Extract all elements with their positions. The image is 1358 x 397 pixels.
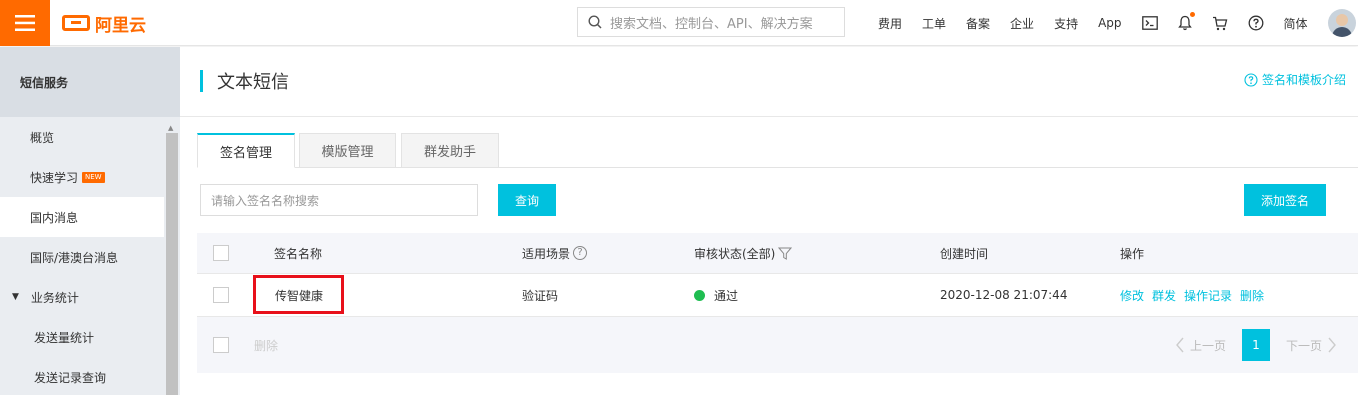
table-footer: 删除 上一页 1 下一页 bbox=[197, 317, 1358, 373]
avatar[interactable] bbox=[1328, 9, 1356, 37]
language-switch[interactable]: 简体 bbox=[1284, 15, 1308, 32]
signature-table: 签名名称 适用场景? 审核状态(全部) 创建时间 操作 传智健康 验证码 通过 … bbox=[197, 233, 1358, 373]
row-status-label: 通过 bbox=[714, 288, 739, 303]
select-all-checkbox[interactable] bbox=[213, 245, 229, 261]
aliyun-logo-icon bbox=[62, 15, 90, 31]
nav-fees[interactable]: 费用 bbox=[878, 15, 902, 32]
top-nav: 费用 工单 备案 企业 支持 App 简体 bbox=[868, 0, 1318, 46]
table-row: 传智健康 验证码 通过 2020-12-08 21:07:44 修改 群发 操作… bbox=[197, 274, 1358, 317]
sidebar-item-label: 发送量统计 bbox=[34, 330, 95, 345]
edit-link[interactable]: 修改 bbox=[1120, 287, 1144, 304]
bulk-send-link[interactable]: 群发 bbox=[1152, 287, 1176, 304]
header-status[interactable]: 审核状态(全部) bbox=[694, 233, 793, 273]
top-navbar: 阿里云 搜索文档、控制台、API、解决方案 费用 工单 备案 企业 支持 App… bbox=[0, 0, 1358, 46]
sidebar-item-send-records[interactable]: 发送记录查询 bbox=[0, 357, 164, 397]
sidebar-item-label: 快速学习 bbox=[30, 170, 79, 185]
sidebar-item-label: 业务统计 bbox=[30, 290, 79, 305]
row-scene: 验证码 bbox=[522, 288, 559, 303]
row-checkbox-cell bbox=[213, 274, 229, 316]
table-header: 签名名称 适用场景? 审核状态(全部) 创建时间 操作 bbox=[197, 233, 1358, 274]
intro-link[interactable]: 签名和模板介绍 bbox=[1244, 71, 1346, 88]
new-badge: NEW bbox=[82, 171, 105, 183]
sidebar-item-domestic-messages[interactable]: 国内消息 bbox=[0, 197, 164, 237]
nav-support[interactable]: 支持 bbox=[1054, 15, 1078, 32]
select-all-checkbox-cell bbox=[213, 233, 229, 273]
row-ops: 修改 群发 操作记录 删除 bbox=[1120, 274, 1272, 316]
scene-help-icon[interactable]: ? bbox=[573, 246, 588, 260]
nav-filing[interactable]: 备案 bbox=[966, 15, 990, 32]
aliyun-logo[interactable]: 阿里云 bbox=[62, 12, 146, 36]
tab-signature-management[interactable]: 签名管理 bbox=[197, 133, 295, 168]
intro-link-label: 签名和模板介绍 bbox=[1261, 73, 1346, 87]
current-page[interactable]: 1 bbox=[1241, 329, 1270, 361]
sidebar-title: 短信服务 bbox=[0, 47, 180, 117]
sidebar: 短信服务 概览 快速学习 NEW 国内消息 国际/港澳台消息 ▼ 业务统计 发送量统… bbox=[0, 47, 180, 395]
header-scene: 适用场景? bbox=[522, 233, 588, 273]
nav-tickets[interactable]: 工单 bbox=[922, 15, 946, 32]
bell-icon[interactable] bbox=[1177, 12, 1195, 31]
tab-bar: 签名管理 模版管理 群发助手 bbox=[197, 133, 1358, 168]
notification-dot bbox=[1189, 12, 1195, 17]
caret-down-icon: ▼ bbox=[12, 292, 19, 302]
filter-icon[interactable] bbox=[778, 247, 793, 260]
next-page-label: 下一页 bbox=[1285, 338, 1322, 353]
nav-app[interactable]: App bbox=[1098, 16, 1121, 30]
search-placeholder: 搜索文档、控制台、API、解决方案 bbox=[610, 16, 813, 32]
header-ops: 操作 bbox=[1120, 246, 1145, 261]
signature-search-placeholder: 请输入签名名称搜索 bbox=[211, 193, 320, 208]
sidebar-item-label: 国内消息 bbox=[30, 210, 79, 225]
query-button[interactable]: 查询 bbox=[498, 184, 556, 216]
highlight-box bbox=[253, 275, 344, 314]
help-icon[interactable] bbox=[1248, 15, 1264, 31]
question-circle-icon bbox=[1244, 72, 1258, 87]
sidebar-item-send-volume[interactable]: 发送量统计 bbox=[0, 317, 164, 357]
row-status: 通过 bbox=[694, 274, 738, 316]
next-page-button[interactable]: 下一页 bbox=[1286, 337, 1337, 354]
menu-icon[interactable] bbox=[0, 0, 50, 46]
tab-template-management[interactable]: 模版管理 bbox=[299, 133, 396, 168]
terminal-icon[interactable] bbox=[1141, 16, 1158, 30]
delete-link[interactable]: 删除 bbox=[1240, 287, 1264, 304]
sidebar-item-label: 发送记录查询 bbox=[34, 370, 107, 385]
chevron-right-icon bbox=[1328, 337, 1336, 353]
tab-bulk-send-assistant[interactable]: 群发助手 bbox=[401, 133, 499, 168]
operation-log-link[interactable]: 操作记录 bbox=[1184, 287, 1232, 304]
sidebar-group-business-stats[interactable]: ▼ 业务统计 bbox=[0, 277, 164, 317]
row-created: 2020-12-08 21:07:44 bbox=[940, 288, 1068, 302]
header-name: 签名名称 bbox=[274, 246, 323, 261]
scroll-up-arrow-icon[interactable]: ▲ bbox=[168, 124, 173, 132]
header-status-label: 审核状态(全部) bbox=[694, 246, 776, 261]
page-header: 文本短信 签名和模板介绍 bbox=[180, 47, 1358, 117]
chevron-left-icon bbox=[1176, 337, 1184, 353]
sidebar-item-label: 国际/港澳台消息 bbox=[30, 250, 119, 265]
search-icon bbox=[588, 15, 602, 29]
global-search-input[interactable]: 搜索文档、控制台、API、解决方案 bbox=[577, 7, 845, 37]
sidebar-item-international-messages[interactable]: 国际/港澳台消息 bbox=[0, 237, 164, 277]
page-title: 文本短信 bbox=[200, 69, 289, 93]
sidebar-item-quick-learn[interactable]: 快速学习 NEW bbox=[0, 157, 164, 197]
pagination: 上一页 1 下一页 bbox=[1175, 329, 1337, 361]
signature-search-input[interactable]: 请输入签名名称搜索 bbox=[200, 184, 478, 216]
add-signature-button[interactable]: 添加签名 bbox=[1244, 184, 1326, 216]
header-scene-label: 适用场景 bbox=[522, 246, 571, 261]
footer-select-checkbox[interactable] bbox=[213, 337, 229, 353]
cart-icon[interactable] bbox=[1212, 16, 1228, 31]
sidebar-item-label: 概览 bbox=[30, 130, 55, 145]
status-success-icon bbox=[694, 289, 705, 301]
logo-text: 阿里云 bbox=[95, 15, 146, 36]
header-created: 创建时间 bbox=[940, 246, 989, 261]
prev-page-label: 上一页 bbox=[1189, 338, 1226, 353]
row-checkbox[interactable] bbox=[213, 287, 229, 303]
bulk-delete-button[interactable]: 删除 bbox=[254, 317, 278, 373]
sidebar-item-overview[interactable]: 概览 bbox=[0, 117, 164, 157]
prev-page-button[interactable]: 上一页 bbox=[1175, 337, 1226, 354]
sidebar-menu: 概览 快速学习 NEW 国内消息 国际/港澳台消息 ▼ 业务统计 发送量统计 发送记… bbox=[0, 117, 164, 397]
main-content: 文本短信 签名和模板介绍 签名管理 模版管理 群发助手 请输入签名名称搜索 查询… bbox=[180, 47, 1358, 395]
footer-checkbox-cell bbox=[213, 317, 229, 373]
nav-enterprise[interactable]: 企业 bbox=[1010, 15, 1034, 32]
sidebar-scroll-thumb[interactable] bbox=[166, 133, 178, 395]
